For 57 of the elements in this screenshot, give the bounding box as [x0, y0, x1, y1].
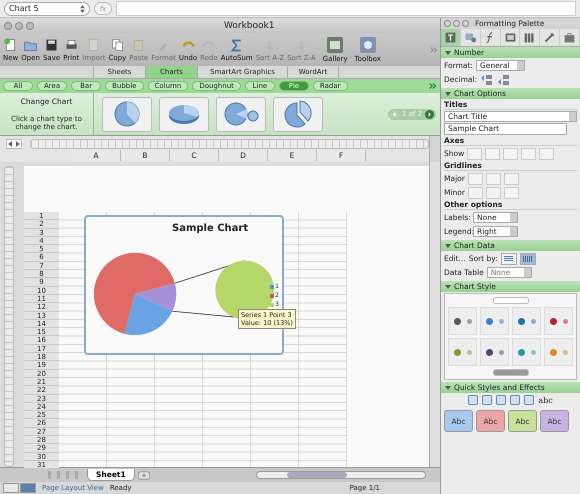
text-formatting-icon — [444, 31, 457, 44]
scroll-arrows[interactable] — [429, 136, 440, 162]
close-button[interactable] — [4, 22, 12, 30]
chart-style-swatch[interactable] — [480, 307, 509, 335]
gallery-icon — [326, 36, 344, 54]
chart-style-swatch[interactable] — [448, 338, 477, 366]
books-icon — [523, 31, 536, 44]
zoom-button[interactable] — [26, 22, 34, 30]
wrench-icon — [543, 31, 556, 44]
diamond-icon — [7, 140, 21, 148]
horizontal-scrollbar[interactable] — [256, 471, 426, 479]
toolbox-icon — [358, 36, 377, 54]
ruler-view-button[interactable] — [6, 139, 22, 149]
chevron-icon[interactable] — [430, 46, 438, 54]
palette-tab[interactable] — [480, 29, 501, 46]
effect-icon[interactable] — [496, 395, 506, 405]
window-title: Workbook1 — [224, 20, 274, 30]
monitor-icon — [504, 31, 516, 44]
stepper-arrows-icon[interactable] — [80, 4, 85, 12]
palette-tab[interactable] — [500, 29, 520, 46]
chart-style-swatch[interactable] — [544, 307, 573, 335]
chart-style-swatch[interactable] — [544, 338, 573, 366]
shapes-icon — [464, 31, 477, 44]
chart-thumbnail[interactable] — [102, 96, 152, 132]
sort-button[interactable] — [500, 252, 517, 264]
palette-tab[interactable] — [560, 29, 580, 46]
name-box[interactable]: Chart 5 — [4, 2, 90, 16]
palette-tab[interactable] — [540, 29, 560, 46]
palette-tab[interactable] — [441, 29, 461, 46]
chart-style-swatch[interactable] — [512, 338, 541, 366]
briefcase-icon — [563, 31, 576, 44]
palette-tab[interactable] — [460, 29, 481, 46]
chart-style-swatch[interactable] — [480, 338, 509, 366]
effect-icon[interactable] — [524, 395, 534, 405]
sort-button[interactable] — [520, 252, 536, 264]
chevron-icon[interactable] — [429, 82, 437, 90]
palette-tab[interactable] — [520, 29, 540, 46]
chart-thumbnail[interactable] — [273, 96, 323, 132]
increase-decimal-icon[interactable] — [480, 74, 494, 86]
vertical-scrollbar[interactable] — [429, 162, 440, 467]
effect-icon[interactable] — [482, 395, 492, 405]
chart-style-swatch[interactable] — [512, 307, 541, 335]
text-effect-button[interactable]: abc — [538, 396, 553, 404]
normal-view-button[interactable] — [3, 483, 19, 493]
effect-icon[interactable] — [510, 395, 520, 405]
copy-icon — [110, 38, 125, 52]
add-sheet-icon[interactable] — [138, 470, 150, 480]
page-layout-view-button[interactable] — [20, 483, 36, 493]
chart-thumbnail[interactable] — [216, 96, 266, 132]
effect-icon[interactable] — [468, 395, 478, 405]
decrease-decimal-icon[interactable] — [497, 74, 512, 86]
minimize-button[interactable] — [15, 22, 23, 30]
chart-style-swatch[interactable] — [448, 307, 477, 335]
formula-input[interactable] — [116, 1, 576, 16]
chart-thumbnail[interactable] — [159, 96, 209, 132]
chart-title: Sample Chart — [172, 223, 248, 234]
scroll-up-button[interactable] — [492, 297, 528, 304]
